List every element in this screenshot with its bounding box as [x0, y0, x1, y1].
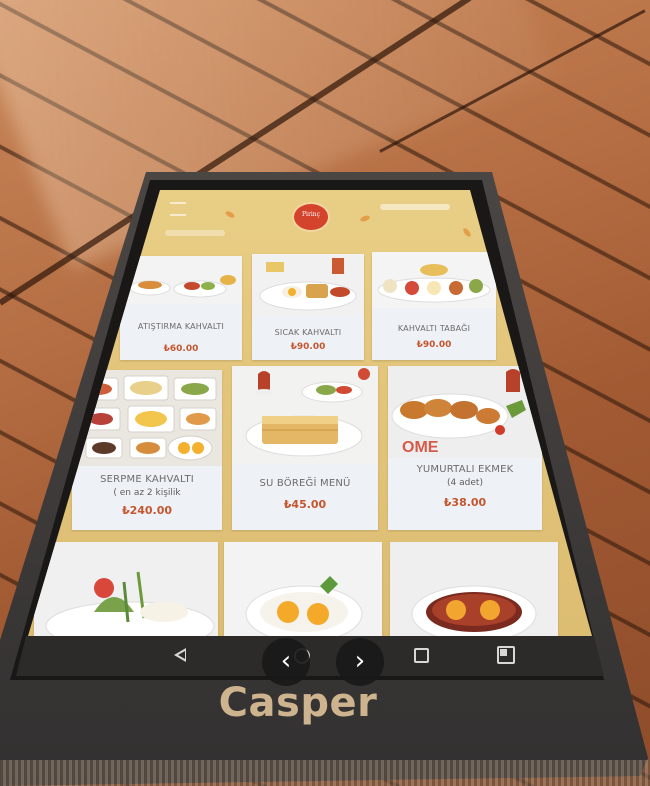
nav-split-screen-icon[interactable] [497, 646, 515, 664]
food-photo [372, 252, 496, 308]
menu-icon[interactable] [170, 202, 186, 216]
previous-image-button[interactable]: ‹ [262, 638, 310, 686]
category-label [165, 230, 225, 236]
menu-item-note: ( en az 2 kişilik [113, 488, 181, 498]
menu-item-price: ₺60.00 [163, 344, 199, 354]
next-image-button[interactable]: › [336, 638, 384, 686]
menu-item-card[interactable]: ATIŞTIRMA KAHVALTI ₺60.00 [120, 256, 242, 360]
table-edge [0, 760, 650, 786]
menu-item-name: KAHVALTI TABAĞI [397, 324, 471, 333]
food-photo [224, 542, 382, 636]
menu-item-price: ₺38.00 [443, 496, 487, 509]
restaurant-logo: Pirinç [292, 202, 330, 232]
nav-back-icon-inner [178, 651, 185, 659]
android-nav-bar [16, 636, 604, 676]
leaf-decoration [461, 227, 473, 238]
menu-item-name: ATIŞTIRMA KAHVALTI [137, 322, 225, 331]
menu-item-name: SICAK KAHVALTI [274, 328, 342, 337]
food-photo [252, 254, 364, 316]
menu-item-card[interactable] [34, 542, 218, 636]
menu-item-name: SERPME KAHVALTI [100, 474, 194, 485]
svg-text:OME: OME [402, 439, 439, 456]
food-photo [232, 366, 378, 464]
menu-item-card[interactable] [224, 542, 382, 636]
menu-item-price: ₺45.00 [283, 498, 327, 511]
menu-item-card[interactable]: SU BÖREĞİ MENÜ ₺45.00 [232, 366, 378, 530]
menu-item-card[interactable]: SICAK KAHVALTI ₺90.00 [252, 254, 364, 360]
logo-text: Pirinç [302, 211, 320, 218]
food-photo [34, 542, 218, 636]
leaf-decoration [224, 209, 236, 220]
menu-item-card[interactable]: OME YUMURTALI EKMEK (4 adet) ₺38.00 [388, 366, 542, 530]
menu-item-card[interactable]: KAHVALTI TABAĞI ₺90.00 [372, 252, 496, 360]
food-photo [390, 542, 558, 636]
nav-recent-apps-icon[interactable] [414, 648, 429, 663]
menu-item-price: ₺90.00 [416, 340, 452, 350]
menu-item-note: (4 adet) [447, 478, 483, 488]
leaf-decoration [359, 214, 371, 223]
menu-item-name: SU BÖREĞİ MENÜ [259, 478, 351, 489]
menu-item-price: ₺240.00 [121, 504, 173, 517]
menu-item-price: ₺90.00 [290, 342, 326, 352]
tablet-brand-logo: Casper [218, 680, 378, 726]
food-photo: OME [388, 366, 542, 458]
menu-item-name: YUMURTALI EKMEK [416, 464, 514, 475]
menu-item-card[interactable] [390, 542, 558, 636]
header-status [380, 204, 450, 210]
